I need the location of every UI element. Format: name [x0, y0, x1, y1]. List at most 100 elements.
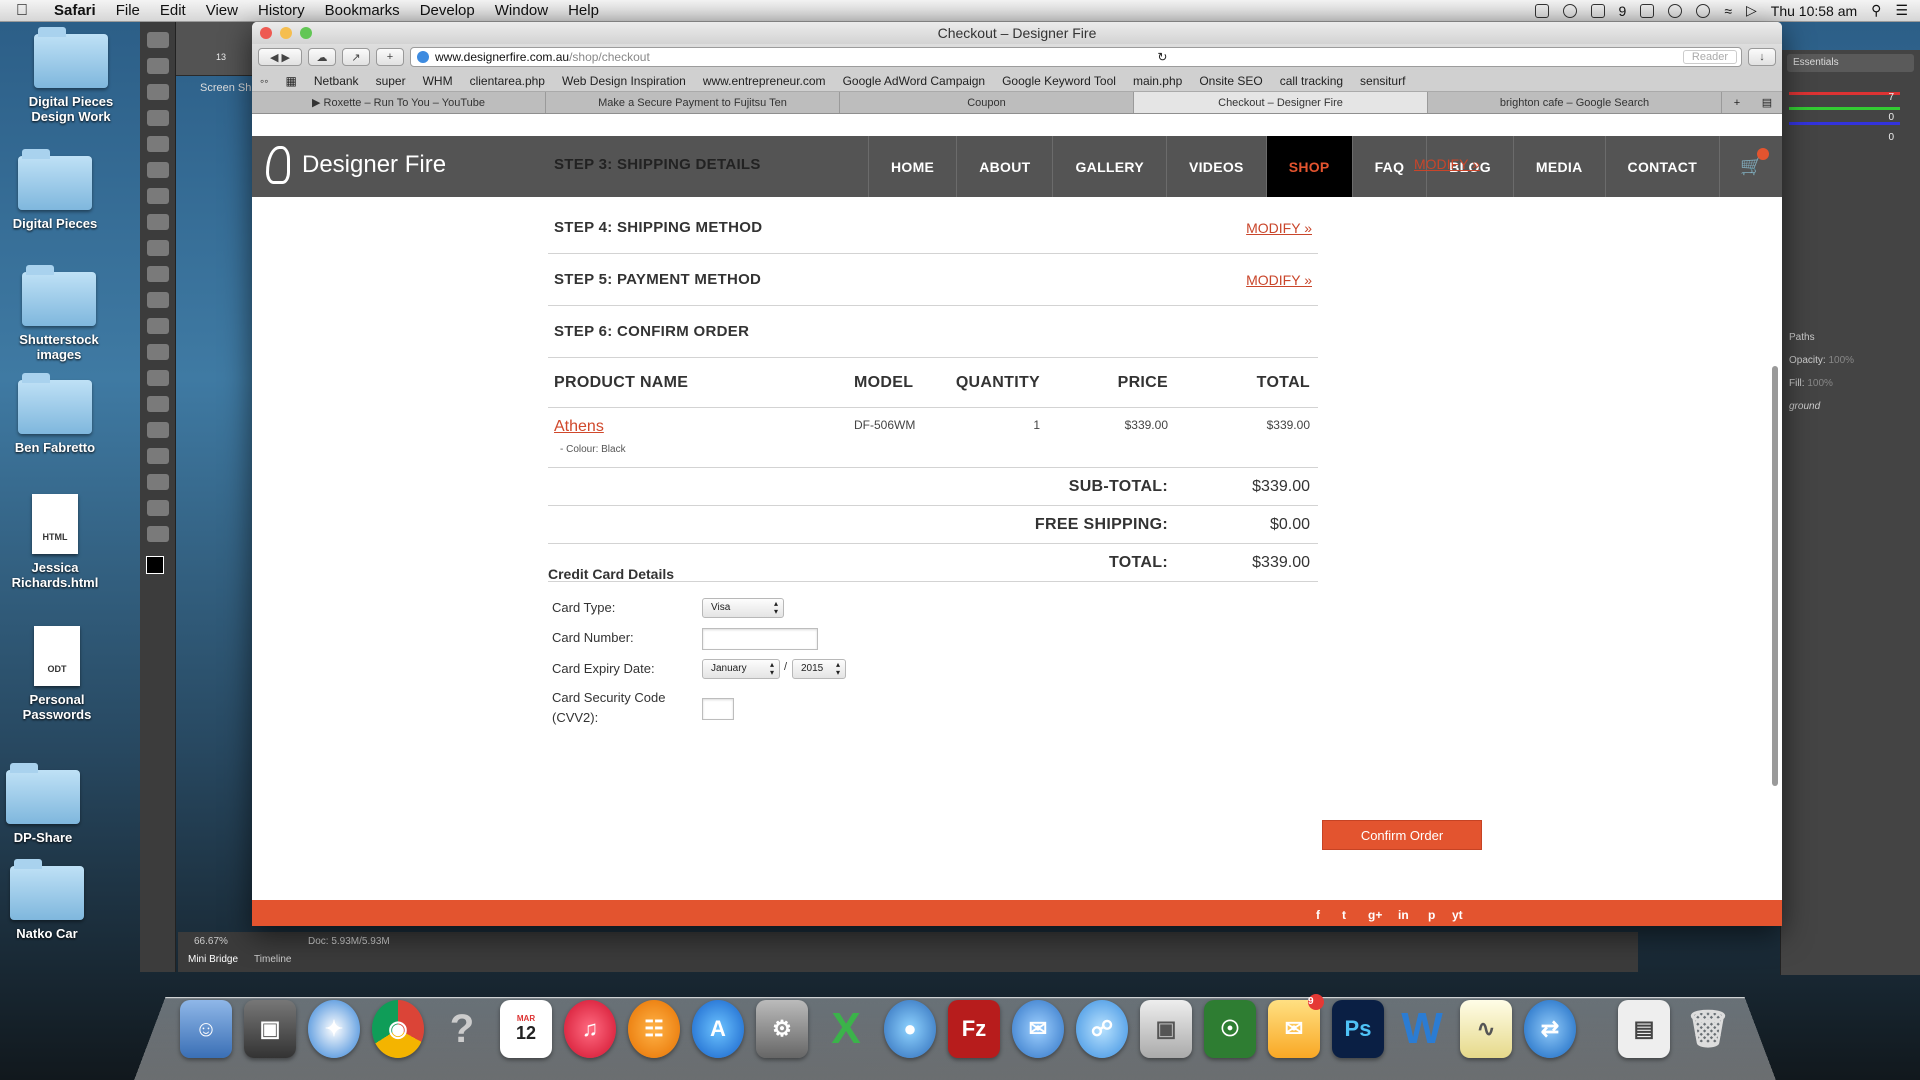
address-bar[interactable]: www.designerfire.com.au /shop/checkout ↻…: [410, 47, 1742, 67]
mail-app-icon[interactable]: ✉ 9: [1268, 994, 1324, 1058]
magic-wand-tool-icon[interactable]: [146, 110, 169, 126]
site-logo[interactable]: Designer Fire: [266, 146, 446, 184]
expiry-year-select[interactable]: 2015: [792, 659, 846, 679]
documents-stack-icon[interactable]: ▤: [1618, 1000, 1670, 1058]
minimize-icon[interactable]: [280, 27, 292, 39]
facebook-icon[interactable]: f: [1316, 908, 1320, 922]
skype-icon[interactable]: [1590, 3, 1605, 18]
back-forward-button[interactable]: ◀ ▶: [258, 48, 302, 66]
filezilla-icon[interactable]: Fz: [948, 1000, 1000, 1058]
menu-edit[interactable]: Edit: [150, 2, 196, 19]
desktop-folder-shutterstock[interactable]: Shutterstock images: [4, 265, 114, 362]
paths-panel-tab[interactable]: Paths: [1789, 332, 1912, 343]
card-type-select[interactable]: Visa: [702, 598, 784, 618]
green-value[interactable]: 0: [1888, 112, 1894, 123]
desktop-folder-ben-fabretto[interactable]: Ben Fabretto: [0, 373, 110, 455]
unknown-app-icon[interactable]: ?: [436, 1000, 488, 1058]
time-machine-icon[interactable]: [1668, 3, 1683, 18]
path-select-tool-icon[interactable]: [146, 448, 169, 464]
system-preferences-icon[interactable]: ⚙: [756, 1000, 808, 1058]
dropbox-icon[interactable]: [1534, 3, 1549, 18]
word-icon[interactable]: W: [1396, 1000, 1448, 1058]
menu-bookmarks[interactable]: Bookmarks: [315, 2, 410, 19]
chrome-icon[interactable]: ◉: [372, 1000, 424, 1058]
foreground-color-swatch[interactable]: [146, 556, 164, 574]
bookmark-item[interactable]: Onsite SEO: [1199, 74, 1262, 88]
browser-tab[interactable]: ▶ Roxette – Run To You – YouTube: [252, 92, 546, 113]
menubar-clock[interactable]: Thu 10:58 am: [1771, 3, 1857, 19]
blue-slider[interactable]: [1789, 122, 1900, 125]
twitter-icon[interactable]: t: [1342, 908, 1346, 922]
messages-icon[interactable]: ☍: [1076, 1000, 1128, 1058]
bookmark-item[interactable]: super: [376, 74, 406, 88]
bookmark-item[interactable]: WHM: [423, 74, 453, 88]
red-slider[interactable]: [1789, 92, 1900, 95]
browser-tab-active[interactable]: Checkout – Designer Fire: [1134, 92, 1428, 113]
app-store-icon[interactable]: A: [692, 1000, 744, 1058]
confirm-order-button[interactable]: Confirm Order: [1322, 820, 1482, 850]
product-link[interactable]: Athens: [554, 418, 604, 436]
bookmark-item[interactable]: www.entrepreneur.com: [703, 74, 826, 88]
bookmark-item[interactable]: Google Keyword Tool: [1002, 74, 1116, 88]
add-bookmark-icon[interactable]: +: [376, 48, 404, 66]
linkedin-icon[interactable]: in: [1398, 908, 1409, 922]
youtube-icon[interactable]: yt: [1452, 908, 1463, 922]
pen-tool-icon[interactable]: [146, 396, 169, 412]
top-sites-icon[interactable]: ▦: [286, 74, 297, 88]
bookmark-item[interactable]: clientarea.php: [470, 74, 545, 88]
itunes-icon[interactable]: ♫: [564, 1000, 616, 1058]
google-plus-icon[interactable]: g+: [1368, 908, 1382, 922]
pinterest-icon[interactable]: p: [1428, 908, 1435, 922]
browser-tab[interactable]: Make a Secure Payment to Fujitsu Ten: [546, 92, 840, 113]
bookmark-item[interactable]: Netbank: [314, 74, 359, 88]
expiry-month-select[interactable]: January: [702, 659, 780, 679]
history-brush-tool-icon[interactable]: [146, 266, 169, 282]
excel-icon[interactable]: X: [820, 1000, 872, 1058]
reload-icon[interactable]: ↻: [1157, 50, 1167, 64]
zoom-tool-icon[interactable]: [146, 526, 169, 542]
desktop-folder-dp-share[interactable]: DP-Share: [0, 763, 98, 845]
new-tab-icon[interactable]: +: [1722, 92, 1752, 113]
zoom-icon[interactable]: [300, 27, 312, 39]
healing-tool-icon[interactable]: [146, 188, 169, 204]
cvv-input[interactable]: [702, 698, 734, 720]
reader-button[interactable]: Reader: [1682, 50, 1737, 64]
bookmark-item[interactable]: Google AdWord Campaign: [843, 74, 986, 88]
downloads-icon[interactable]: ↓: [1748, 48, 1776, 66]
nav-contact[interactable]: CONTACT: [1604, 136, 1720, 197]
share-icon[interactable]: ↗: [342, 48, 370, 66]
tab-timeline[interactable]: Timeline: [254, 954, 291, 965]
tab-overview-icon[interactable]: ▤: [1752, 92, 1782, 113]
nav-about[interactable]: ABOUT: [956, 136, 1052, 197]
safari-icon[interactable]: ✦: [308, 1000, 360, 1058]
notification-list-icon[interactable]: ☰: [1895, 2, 1908, 19]
ibooks-icon[interactable]: ☷: [628, 1000, 680, 1058]
bluetooth-icon[interactable]: [1696, 3, 1711, 18]
menu-develop[interactable]: Develop: [410, 2, 485, 19]
step-4-modify-link[interactable]: MODIFY »: [1246, 220, 1312, 236]
step-3-modify-link[interactable]: MODIFY »: [1414, 156, 1480, 172]
card-number-input[interactable]: [702, 628, 818, 650]
nav-home[interactable]: HOME: [868, 136, 956, 197]
cart-icon[interactable]: 🛒: [1719, 136, 1782, 197]
display-icon[interactable]: [1640, 3, 1655, 18]
icloud-tabs-icon[interactable]: ☁: [308, 48, 336, 66]
blur-tool-icon[interactable]: [146, 344, 169, 360]
photoshop-doc-tab[interactable]: Screen Sh: [200, 82, 251, 94]
apple-icon[interactable]: : [0, 2, 44, 20]
desktop-file-personal-passwords[interactable]: ODT Personal Passwords: [2, 626, 112, 722]
dodge-tool-icon[interactable]: [146, 370, 169, 386]
volume-icon[interactable]: ▷: [1746, 2, 1757, 19]
eyedropper-tool-icon[interactable]: [146, 162, 169, 178]
workspace-select[interactable]: Essentials: [1787, 54, 1914, 72]
desktop-folder-digital-pieces[interactable]: Digital Pieces: [0, 149, 110, 231]
bookmark-item[interactable]: Web Design Inspiration: [562, 74, 686, 88]
grapher-icon[interactable]: ∿: [1460, 1000, 1512, 1058]
desktop-file-jessica-richards[interactable]: HTML Jessica Richards.html: [0, 494, 110, 590]
eraser-tool-icon[interactable]: [146, 292, 169, 308]
photoshop-icon[interactable]: Ps: [1332, 1000, 1384, 1058]
menu-app-name[interactable]: Safari: [44, 2, 106, 19]
nav-gallery[interactable]: GALLERY: [1052, 136, 1165, 197]
thunderbird-icon[interactable]: ✉: [1012, 1000, 1064, 1058]
tab-mini-bridge[interactable]: Mini Bridge: [188, 954, 238, 965]
